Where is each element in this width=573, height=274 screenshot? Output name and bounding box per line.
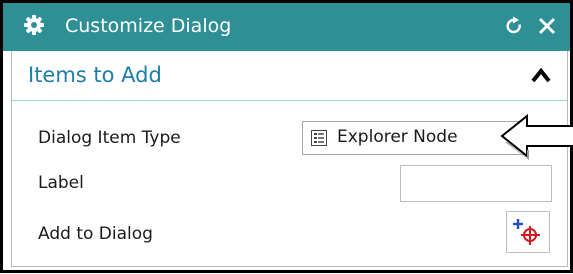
group-title: Items to Add <box>28 63 162 87</box>
callout-arrow-icon <box>500 113 573 160</box>
customize-dialog-window: Customize Dialog Items to Add Dialog Ite… <box>0 0 573 273</box>
add-point-icon <box>513 219 540 245</box>
label-field-label: Label <box>38 173 84 193</box>
dialog-item-type-value: Explorer Node <box>337 127 458 147</box>
close-icon[interactable] <box>537 16 557 36</box>
label-input[interactable] <box>400 165 552 202</box>
dialog-item-type-select[interactable]: Explorer Node <box>302 121 524 155</box>
add-to-dialog-button[interactable] <box>506 211 550 253</box>
gear-icon[interactable] <box>23 14 45 36</box>
window-title: Customize Dialog <box>65 15 232 37</box>
add-to-dialog-label: Add to Dialog <box>38 224 153 244</box>
explorer-node-icon <box>311 130 327 146</box>
reset-icon[interactable] <box>504 16 524 36</box>
items-to-add-group-header[interactable]: Items to Add <box>12 51 567 101</box>
dialog-item-type-label: Dialog Item Type <box>38 128 181 148</box>
title-bar: Customize Dialog <box>3 3 570 51</box>
dialog-panel: Items to Add Dialog Item Type Explorer N… <box>11 51 568 267</box>
chevron-up-icon[interactable] <box>530 66 552 84</box>
